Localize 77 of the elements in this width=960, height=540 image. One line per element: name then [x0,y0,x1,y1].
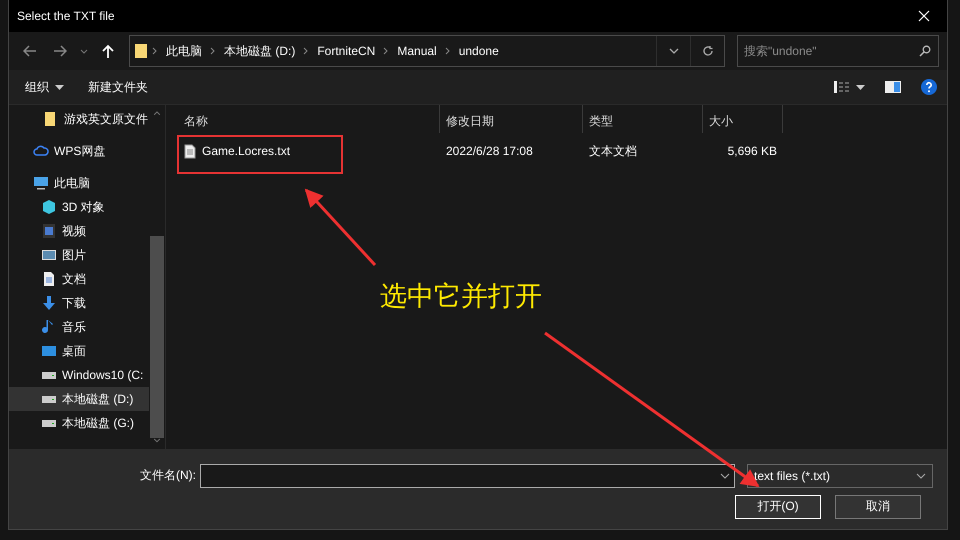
desktop-icon [41,343,57,359]
modified-date: 2022/6/28 17:08 [445,144,534,158]
right-arrow-icon [53,45,67,57]
scroll-thumb[interactable] [150,236,164,438]
cloud-icon [33,143,49,159]
search-icon [919,45,931,57]
chevron-icon [303,47,310,55]
left-arrow-icon [23,45,37,57]
drive-icon [41,372,57,378]
breadcrumb-item[interactable]: Manual [393,44,441,58]
sidebar-item[interactable]: 本地磁盘 (D:) [9,387,149,411]
film-icon [41,223,57,239]
drive-icon [41,396,57,402]
file-row[interactable]: Game.Locres.txt 2022/6/28 17:08 文本文档 5,696 KB [178,135,947,167]
view-options-button[interactable] [834,81,865,93]
breadcrumb-item[interactable]: undone [454,44,503,58]
breadcrumb-item[interactable]: 本地磁盘 (D:) [220,42,300,60]
refresh-icon [702,45,714,57]
breadcrumb-item[interactable]: 此电脑 [162,42,206,60]
text-file-icon [184,144,196,158]
sidebar-item[interactable]: 文档 [9,267,149,291]
column-header[interactable]: 修改日期 [440,105,583,133]
picture-icon [41,247,57,263]
sidebar-item[interactable]: 3D 对象 [9,195,149,219]
file-name: Game.Locres.txt [202,144,290,158]
filename-label: 文件名(N): [140,467,196,484]
up-arrow-icon [102,44,114,58]
down-arrow-icon [41,295,57,311]
help-button[interactable] [921,79,937,95]
document-icon [41,271,57,287]
details-view-icon [834,81,850,93]
new-folder-button[interactable]: 新建文件夹 [88,78,148,96]
chevron-down-icon [916,472,926,478]
close-icon [918,10,930,22]
sidebar-item[interactable]: 本地磁盘 (G:) [9,411,149,435]
chevron-icon [210,47,216,55]
breadcrumb-item[interactable]: FortniteCN [313,44,380,58]
column-header[interactable]: 名称 [178,105,440,133]
monitor-icon [33,175,49,191]
folder-icon [134,43,148,59]
sidebar-item[interactable]: 视频 [9,219,149,243]
caret-icon [856,84,865,90]
organize-menu[interactable]: 组织 [25,78,64,96]
caret-icon [55,84,64,90]
sidebar-item[interactable]: WPS网盘 [9,139,149,163]
search-field[interactable]: 搜索"undone" [737,35,939,67]
dialog-button[interactable]: 取消 [835,494,921,518]
scroll-up-icon [153,111,161,116]
help-icon [921,79,937,95]
dialog-button[interactable]: 打开(O) [735,494,821,518]
sidebar-item[interactable]: 此电脑 [9,171,149,195]
preview-pane-button[interactable] [885,81,901,93]
sidebar-item[interactable]: 图片 [9,243,149,267]
address-bar[interactable]: 此电脑 本地磁盘 (D:) FortniteCN Manual undone [129,35,725,67]
sidebar-item[interactable]: 桌面 [9,339,149,363]
file-size: 5,696 KB [726,144,778,158]
chevron-icon [444,47,451,55]
sidebar-item[interactable]: 下载 [9,291,149,315]
column-header[interactable]: 类型 [583,105,703,133]
scroll-down-icon [153,438,161,443]
chevron-icon [152,47,158,55]
column-header[interactable]: 大小 [703,105,783,133]
chevron-down-icon [720,472,730,478]
window-title: Select the TXT file [17,9,115,23]
file-type: 文本文档 [588,142,638,160]
chevron-down-icon [668,48,678,54]
filename-field[interactable] [200,464,735,488]
sidebar-item[interactable]: Windows10 (C: [9,363,149,387]
file-type-dropdown[interactable]: text files (*.txt) [747,464,933,488]
drive-icon [41,420,57,426]
sidebar-item[interactable]: 游戏英文原文件 [9,107,149,131]
chevron-icon [383,47,390,55]
sidebar-item[interactable]: 音乐 [9,315,149,339]
cube-icon [41,199,57,215]
chevron-down-icon [80,48,88,54]
preview-pane-icon [885,81,901,93]
callout-text: 选中它并打开 [380,280,542,313]
